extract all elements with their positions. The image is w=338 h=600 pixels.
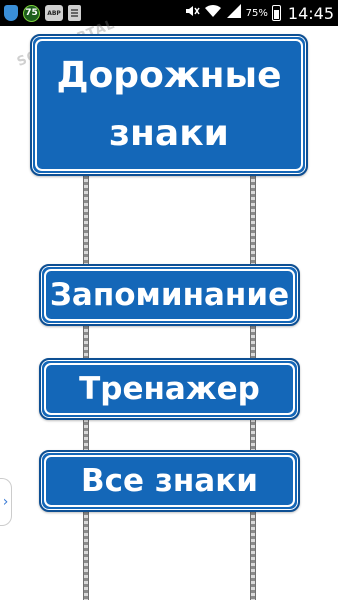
document-icon — [68, 5, 81, 21]
side-drawer-handle[interactable]: › — [0, 478, 12, 526]
wifi-icon — [204, 3, 222, 23]
signal-icon — [226, 3, 242, 23]
all-signs-button-label: Все знаки — [81, 463, 258, 499]
mute-icon — [184, 3, 200, 23]
adblock-icon: ABP — [45, 5, 63, 21]
title-line-2: знаки — [109, 113, 229, 154]
app-screen: 75 ABP 75% 14:45 Дорожные знаки Запомина… — [0, 0, 338, 600]
all-signs-button[interactable]: Все знаки — [39, 450, 300, 512]
chevron-right-icon: › — [2, 494, 9, 510]
status-bar-left: 75 ABP — [4, 4, 81, 22]
title-sign-text: Дорожные знаки — [57, 47, 282, 163]
trainer-button-label: Тренажер — [79, 371, 260, 407]
memorize-button[interactable]: Запоминание — [39, 264, 300, 326]
shield-icon — [4, 5, 18, 21]
battery-icon — [271, 5, 281, 21]
title-sign: Дорожные знаки — [30, 34, 308, 176]
notification-badge-icon: 75 — [23, 4, 40, 22]
title-line-1: Дорожные — [56, 55, 282, 96]
status-bar: 75 ABP 75% 14:45 — [0, 0, 338, 26]
memorize-button-label: Запоминание — [49, 277, 290, 313]
battery-percent: 75% — [245, 7, 268, 19]
trainer-button[interactable]: Тренажер — [39, 358, 300, 420]
status-clock: 14:45 — [287, 3, 334, 23]
status-bar-right: 75% 14:45 — [184, 3, 334, 23]
